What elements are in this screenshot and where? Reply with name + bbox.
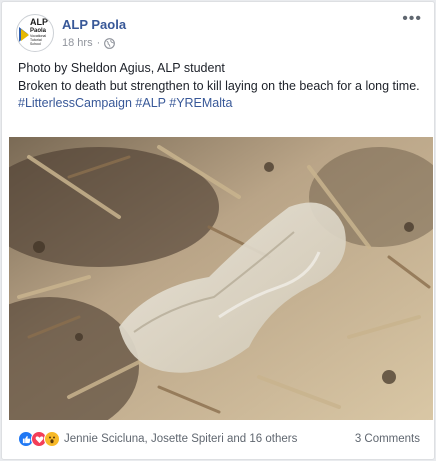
- page-avatar[interactable]: ALP Paola Vocational Tutorial School: [16, 14, 54, 52]
- wow-icon: [44, 431, 60, 447]
- meta-separator: ·: [96, 37, 101, 49]
- page-name[interactable]: ALP Paola: [62, 17, 126, 32]
- post-photo[interactable]: [9, 137, 433, 420]
- post-header: ALP Paola Vocational Tutorial School ALP…: [16, 11, 422, 54]
- post-footer: Jennie Scicluna, Josette Spiteri and 16 …: [18, 427, 420, 451]
- page-logo: ALP Paola Vocational Tutorial School: [30, 17, 48, 46]
- post-timestamp[interactable]: 18 hrs: [62, 37, 93, 49]
- post-meta: 18 hrs ·: [62, 37, 116, 49]
- globe-icon[interactable]: [104, 37, 116, 49]
- post-text: Photo by Sheldon Agius, ALP student Brok…: [18, 60, 420, 113]
- post-text-line: Photo by Sheldon Agius, ALP student: [18, 61, 225, 75]
- post-text-line: Broken to death but strengthen to kill l…: [18, 78, 420, 93]
- reactors-text[interactable]: Jennie Scicluna, Josette Spiteri and 16 …: [64, 433, 297, 445]
- comments-count[interactable]: 3 Comments: [355, 433, 420, 445]
- hashtags-link[interactable]: #LitterlessCampaign #ALP #YREMalta: [18, 96, 232, 110]
- reaction-icons[interactable]: [18, 431, 60, 447]
- post-card: ALP Paola Vocational Tutorial School ALP…: [1, 1, 435, 460]
- more-options-icon[interactable]: •••: [402, 11, 422, 27]
